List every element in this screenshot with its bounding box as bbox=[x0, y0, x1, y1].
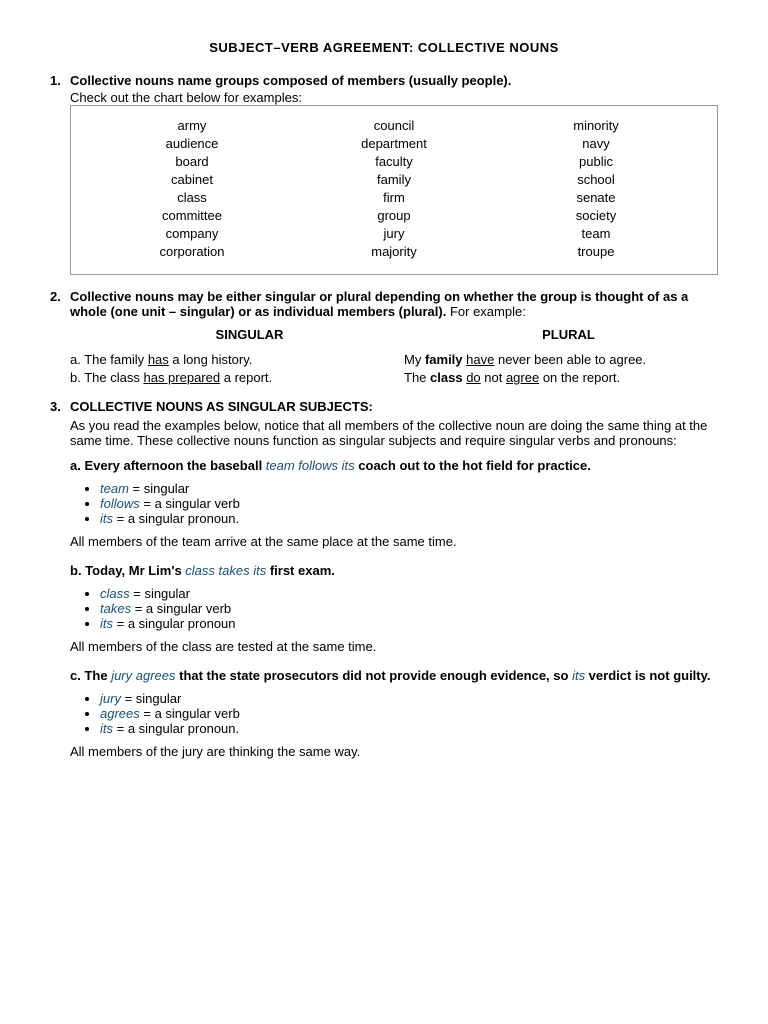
section3-example: b. Today, Mr Lim's class takes its first… bbox=[70, 563, 718, 654]
bullet-list: team = singularfollows = a singular verb… bbox=[100, 481, 718, 526]
chart-word: audience bbox=[132, 136, 252, 151]
chart-word: committee bbox=[132, 208, 252, 223]
section-2: 2. Collective nouns may be either singul… bbox=[50, 289, 718, 385]
chart-col-1: army audience board cabinet class committee co… bbox=[132, 118, 252, 262]
chart-word: corporation bbox=[132, 244, 252, 259]
example-sentence: b. Today, Mr Lim's class takes its first… bbox=[70, 563, 718, 578]
section-1-subtext: Check out the chart below for examples: bbox=[70, 90, 718, 105]
example-sentence: a. Every afternoon the baseball team fol… bbox=[70, 458, 718, 473]
chart-word: minority bbox=[536, 118, 656, 133]
section3-example: a. Every afternoon the baseball team fol… bbox=[70, 458, 718, 549]
chart-word: cabinet bbox=[132, 172, 252, 187]
bullet-list: class = singulartakes = a singular verbi… bbox=[100, 586, 718, 631]
chart-word: company bbox=[132, 226, 252, 241]
section-1-number: 1. Collective nouns name groups composed… bbox=[50, 73, 718, 88]
chart-word: board bbox=[132, 154, 252, 169]
bullet-list: jury = singularagrees = a singular verbi… bbox=[100, 691, 718, 736]
bullet-item: takes = a singular verb bbox=[100, 601, 718, 616]
chart-word: family bbox=[334, 172, 454, 187]
chart-word: department bbox=[334, 136, 454, 151]
section-3: 3. COLLECTIVE NOUNS AS SINGULAR SUBJECTS… bbox=[50, 399, 718, 759]
chart-word: navy bbox=[536, 136, 656, 151]
bullet-item: agrees = a singular verb bbox=[100, 706, 718, 721]
section-3-description: As you read the examples below, notice t… bbox=[70, 418, 718, 448]
example-sentence: c. The jury agrees that the state prosec… bbox=[70, 668, 718, 683]
example-note: All members of the jury are thinking the… bbox=[70, 744, 718, 759]
page-title: SUBJECT–VERB AGREEMENT: COLLECTIVE NOUNS bbox=[50, 40, 718, 55]
singular-label: SINGULAR bbox=[100, 327, 399, 342]
section-3-header: COLLECTIVE NOUNS AS SINGULAR SUBJECTS: bbox=[70, 399, 373, 414]
bullet-item: its = a singular pronoun bbox=[100, 616, 718, 631]
section-2-header: Collective nouns may be either singular … bbox=[70, 289, 718, 319]
section-1-header: Collective nouns name groups composed of… bbox=[70, 73, 511, 88]
bullet-item: team = singular bbox=[100, 481, 718, 496]
bullet-item: its = a singular pronoun. bbox=[100, 511, 718, 526]
chart-word: society bbox=[536, 208, 656, 223]
chart-word: school bbox=[536, 172, 656, 187]
section3-example: c. The jury agrees that the state prosec… bbox=[70, 668, 718, 759]
bullet-item: follows = a singular verb bbox=[100, 496, 718, 511]
bullet-item: class = singular bbox=[100, 586, 718, 601]
singular-example: b. The class has prepared a report. bbox=[70, 370, 384, 385]
plural-label: PLURAL bbox=[419, 327, 718, 342]
chart-word: council bbox=[334, 118, 454, 133]
collective-nouns-chart: army audience board cabinet class committee co… bbox=[70, 105, 718, 275]
example-note: All members of the class are tested at t… bbox=[70, 639, 718, 654]
chart-word: faculty bbox=[334, 154, 454, 169]
singular-example: a. The family has a long history. bbox=[70, 352, 384, 367]
chart-word: firm bbox=[334, 190, 454, 205]
singular-plural-example-row: b. The class has prepared a report.The c… bbox=[70, 370, 718, 385]
plural-example: The class do not agree on the report. bbox=[384, 370, 718, 385]
chart-word: team bbox=[536, 226, 656, 241]
chart-word: class bbox=[132, 190, 252, 205]
bullet-item: jury = singular bbox=[100, 691, 718, 706]
example-note: All members of the team arrive at the sa… bbox=[70, 534, 718, 549]
chart-word: public bbox=[536, 154, 656, 169]
section-1: 1. Collective nouns name groups composed… bbox=[50, 73, 718, 275]
chart-word: group bbox=[334, 208, 454, 223]
bullet-item: its = a singular pronoun. bbox=[100, 721, 718, 736]
chart-word: majority bbox=[334, 244, 454, 259]
singular-plural-example-row: a. The family has a long history.My fami… bbox=[70, 352, 718, 367]
chart-word: troupe bbox=[536, 244, 656, 259]
chart-word: senate bbox=[536, 190, 656, 205]
plural-example: My family have never been able to agree. bbox=[384, 352, 718, 367]
chart-col-2: council department faculty family firm group j… bbox=[334, 118, 454, 262]
chart-word: jury bbox=[334, 226, 454, 241]
chart-word: army bbox=[132, 118, 252, 133]
chart-col-3: minority navy public school senate society tea… bbox=[536, 118, 656, 262]
